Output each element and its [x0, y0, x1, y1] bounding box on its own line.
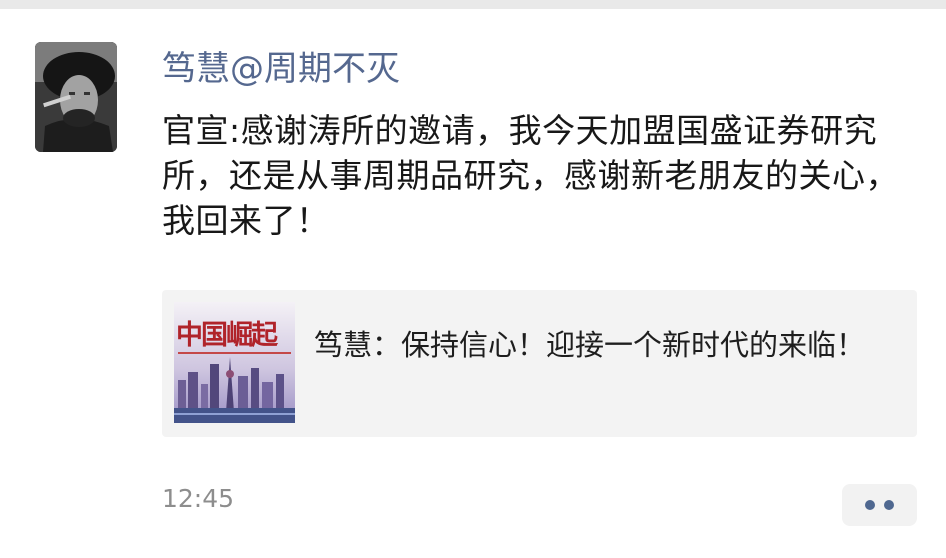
- dot-right: [884, 500, 894, 510]
- city-skyline-image-icon: 中国崛起: [174, 302, 295, 423]
- author-avatar[interactable]: [35, 42, 117, 152]
- thumbnail-title: 中国崛起: [176, 320, 279, 351]
- avatar-photo-icon: [35, 42, 117, 152]
- shared-article-thumbnail: 中国崛起: [174, 302, 295, 423]
- author-name[interactable]: 笃慧@周期不灭: [162, 46, 400, 92]
- shared-article-card[interactable]: 中国崛起 笃慧：保持信心！迎接一个新时代的来临！: [162, 290, 917, 437]
- post-time: 12:45: [162, 484, 235, 513]
- shared-article-title: 笃慧：保持信心！迎接一个新时代的来临！: [314, 328, 866, 362]
- dot-left: [865, 500, 875, 510]
- more-dots-icon[interactable]: [842, 484, 917, 526]
- top-edge-bar: [0, 0, 946, 9]
- post-content: 官宣:感谢涛所的邀请，我今天加盟国盛证券研究所，还是从事周期品研究，感谢新老朋友…: [162, 111, 899, 240]
